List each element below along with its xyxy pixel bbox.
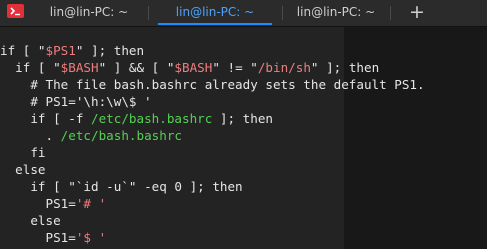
tab-terminal-1[interactable]: lin@lin-PC: ~: [30, 0, 148, 26]
terminal-text-segment: if [ -f: [0, 111, 91, 126]
terminal-text-segment: else: [0, 162, 46, 177]
terminal-line: if [ "$BASH" ] && [ "$BASH" != "/bin/sh"…: [0, 59, 379, 76]
terminal-line: PS1='$ ': [0, 229, 106, 246]
terminal-line: if [ "$PS1" ]; then: [0, 42, 144, 59]
terminal-line: if [ "`id -u`" -eq 0 ]; then: [0, 178, 243, 195]
terminal-text-segment: " ] && [ ": [98, 60, 175, 75]
terminal-window: lin@lin-PC: ~ lin@lin-PC: ~ lin@lin-PC: …: [0, 0, 487, 249]
terminal-line: else: [0, 212, 61, 229]
terminal-text-segment: $BASH: [60, 60, 99, 75]
terminal-text-segment: PS1=: [0, 196, 76, 211]
terminal-text-segment: id -u: [83, 179, 122, 194]
terminal-text-segment: fi: [0, 145, 46, 160]
terminal-line: # The file bash.bashrc already sets the …: [0, 76, 425, 93]
active-tab-indicator: [158, 23, 272, 25]
terminal-line: PS1='# ': [0, 195, 106, 212]
terminal-text-segment: /etc/bash.bashrc: [60, 128, 182, 143]
terminal-text-segment: PS1=: [0, 230, 76, 245]
tab-label: lin@lin-PC: ~: [296, 5, 376, 19]
terminal-text-segment: ]; then: [212, 111, 273, 126]
terminal-text-segment: # The file bash.bashrc already sets the …: [0, 77, 425, 92]
terminal-text-segment: " ]; then: [75, 43, 145, 58]
terminal-text-segment: /bin/sh: [257, 60, 311, 75]
tab-label: lin@lin-PC: ~: [175, 5, 255, 19]
terminal-line: else: [0, 161, 46, 178]
terminal-line: . /etc/bash.bashrc: [0, 127, 182, 144]
terminal-text-segment: `" -eq 0 ]; then: [121, 179, 243, 194]
tab-bar: lin@lin-PC: ~ lin@lin-PC: ~ lin@lin-PC: …: [0, 0, 487, 27]
terminal-app-icon[interactable]: [7, 4, 24, 18]
terminal-text-segment: $BASH: [174, 60, 213, 75]
terminal-text-segment: if [ ": [0, 60, 61, 75]
terminal-text-segment: else: [0, 213, 61, 228]
terminal-text-segment: '$ ': [75, 230, 107, 245]
terminal-text-segment: if [ "`: [0, 179, 84, 194]
new-tab-button[interactable]: +: [400, 0, 434, 26]
terminal-text-segment: " ]; then: [310, 60, 380, 75]
terminal-text-segment: '# ': [75, 196, 107, 211]
terminal-text-segment: .: [0, 128, 61, 143]
tab-terminal-3[interactable]: lin@lin-PC: ~: [282, 0, 390, 26]
terminal-text-segment: /etc/bash.bashrc: [91, 111, 213, 126]
tab-label: lin@lin-PC: ~: [49, 5, 129, 19]
terminal-line: # PS1='\h:\w\$ ': [0, 93, 152, 110]
terminal-line: if [ -f /etc/bash.bashrc ]; then: [0, 110, 273, 127]
terminal-text-segment: # PS1='\h:\w\$ ': [0, 94, 152, 109]
terminal-output[interactable]: if [ "$PS1" ]; then if [ "$BASH" ] && [ …: [0, 27, 487, 249]
tab-terminal-2-active[interactable]: lin@lin-PC: ~: [148, 0, 282, 26]
terminal-text-segment: $PS1: [45, 43, 76, 58]
terminal-text-segment: if [ ": [0, 43, 46, 58]
terminal-line: fi: [0, 144, 46, 161]
terminal-text-segment: " != ": [212, 60, 258, 75]
tab-separator: [390, 6, 391, 20]
